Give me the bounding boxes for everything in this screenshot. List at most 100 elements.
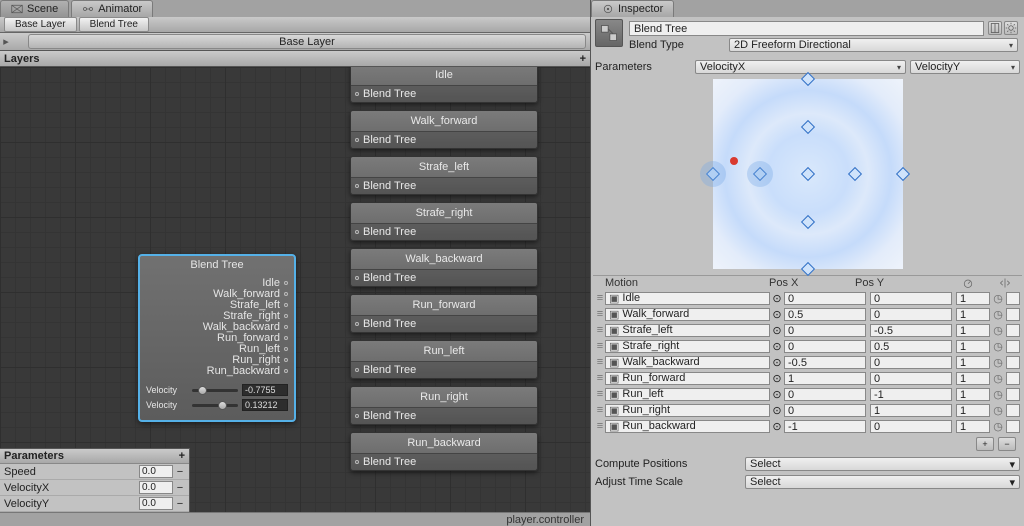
pos-y-field[interactable]: 0.5 [870, 340, 952, 353]
pos-y-field[interactable]: 0 [870, 372, 952, 385]
blend-type-dropdown[interactable]: 2D Freeform Directional ▾ [729, 38, 1018, 52]
tab-inspector[interactable]: Inspector [591, 0, 674, 17]
speed-field[interactable]: 1 [956, 356, 990, 369]
motion-name-field[interactable]: ▣Strafe_left [605, 324, 770, 337]
blend-tree-slider[interactable]: Velocity-0.7755 [146, 384, 288, 396]
mirror-checkbox[interactable] [1006, 340, 1020, 353]
add-motion-button[interactable]: + [976, 437, 994, 451]
blend-tree-node[interactable]: Blend Tree IdleWalk_forwardStrafe_leftSt… [138, 254, 296, 422]
pos-y-field[interactable]: -1 [870, 388, 952, 401]
blend-point[interactable] [800, 214, 814, 228]
speed-field[interactable]: 1 [956, 372, 990, 385]
speed-field[interactable]: 1 [956, 324, 990, 337]
pos-y-field[interactable]: -0.5 [870, 324, 952, 337]
add-layer-button[interactable]: + [580, 53, 586, 65]
speed-field[interactable]: 1 [956, 404, 990, 417]
remove-parameter-button[interactable]: − [173, 498, 187, 510]
inspector-name-field[interactable]: Blend Tree [629, 21, 984, 36]
mirror-checkbox[interactable] [1006, 308, 1020, 321]
pos-y-field[interactable]: 0 [870, 308, 952, 321]
pos-y-field[interactable]: 0 [870, 292, 952, 305]
adjust-time-scale-dropdown[interactable]: Select ▾ [745, 475, 1020, 489]
remove-motion-button[interactable]: − [998, 437, 1016, 451]
param-y-dropdown[interactable]: VelocityY ▾ [910, 60, 1020, 74]
timescale-icon[interactable]: ◷ [990, 420, 1006, 433]
motion-node[interactable]: Walk_forwardBlend Tree [350, 110, 538, 149]
motion-picker-button[interactable]: ⊙ [770, 292, 784, 305]
motion-picker-button[interactable]: ⊙ [770, 404, 784, 417]
motion-name-field[interactable]: ▣Run_left [605, 388, 770, 401]
blend-point[interactable] [800, 72, 814, 86]
blend-cursor[interactable] [730, 157, 738, 165]
speed-field[interactable]: 1 [956, 388, 990, 401]
mirror-checkbox[interactable] [1006, 292, 1020, 305]
timescale-icon[interactable]: ◷ [990, 372, 1006, 385]
breadcrumb-blend-tree[interactable]: Blend Tree [79, 17, 149, 32]
timescale-icon[interactable]: ◷ [990, 340, 1006, 353]
pos-x-field[interactable]: 1 [784, 372, 866, 385]
pos-y-field[interactable]: 1 [870, 404, 952, 417]
motion-name-field[interactable]: ▣Run_right [605, 404, 770, 417]
drag-handle-icon[interactable]: ≡ [595, 308, 605, 320]
motion-picker-button[interactable]: ⊙ [770, 340, 784, 353]
mirror-checkbox[interactable] [1006, 404, 1020, 417]
pos-x-field[interactable]: -0.5 [784, 356, 866, 369]
base-layer-button[interactable]: Base Layer [28, 34, 586, 49]
drag-handle-icon[interactable]: ≡ [595, 292, 605, 304]
motion-node[interactable]: Run_forwardBlend Tree [350, 294, 538, 333]
drag-handle-icon[interactable]: ≡ [595, 340, 605, 352]
pos-x-field[interactable]: 0 [784, 324, 866, 337]
pos-y-field[interactable]: 0 [870, 420, 952, 433]
tab-animator[interactable]: Animator [71, 0, 153, 17]
motion-name-field[interactable]: ▣Idle [605, 292, 770, 305]
pos-y-field[interactable]: 0 [870, 356, 952, 369]
drag-handle-icon[interactable]: ≡ [595, 356, 605, 368]
drag-handle-icon[interactable]: ≡ [595, 372, 605, 384]
motion-picker-button[interactable]: ⊙ [770, 372, 784, 385]
timescale-icon[interactable]: ◷ [990, 356, 1006, 369]
parameter-value-field[interactable]: 0.0 [139, 497, 173, 510]
remove-parameter-button[interactable]: − [173, 466, 187, 478]
motion-name-field[interactable]: ▣Strafe_right [605, 340, 770, 353]
motion-name-field[interactable]: ▣Walk_backward [605, 356, 770, 369]
speed-field[interactable]: 1 [956, 308, 990, 321]
pos-x-field[interactable]: 0 [784, 404, 866, 417]
motion-node[interactable]: Strafe_leftBlend Tree [350, 156, 538, 195]
add-parameter-button[interactable]: + [179, 450, 185, 462]
drag-handle-icon[interactable]: ≡ [595, 420, 605, 432]
mirror-checkbox[interactable] [1006, 420, 1020, 433]
motion-name-field[interactable]: ▣Run_forward [605, 372, 770, 385]
speed-field[interactable]: 1 [956, 340, 990, 353]
tab-scene[interactable]: Scene [0, 0, 69, 17]
motion-name-field[interactable]: ▣Run_backward [605, 420, 770, 433]
mirror-checkbox[interactable] [1006, 388, 1020, 401]
mirror-checkbox[interactable] [1006, 372, 1020, 385]
drag-handle-icon[interactable]: ≡ [595, 388, 605, 400]
breadcrumb-base-layer[interactable]: Base Layer [4, 17, 77, 32]
blend-point[interactable] [848, 167, 862, 181]
help-button[interactable] [988, 21, 1002, 35]
blend-point[interactable] [800, 119, 814, 133]
speed-field[interactable]: 1 [956, 420, 990, 433]
pos-x-field[interactable]: 0.5 [784, 308, 866, 321]
parameter-row[interactable]: Speed0.0− [0, 464, 189, 480]
motion-name-field[interactable]: ▣Walk_forward [605, 308, 770, 321]
timescale-icon[interactable]: ◷ [990, 388, 1006, 401]
blend-point[interactable] [800, 167, 814, 181]
mirror-checkbox[interactable] [1006, 324, 1020, 337]
timescale-icon[interactable]: ◷ [990, 404, 1006, 417]
pos-x-field[interactable]: 0 [784, 340, 866, 353]
timescale-icon[interactable]: ◷ [990, 324, 1006, 337]
parameter-row[interactable]: VelocityY0.0− [0, 496, 189, 512]
blend-tree-slider[interactable]: Velocity0.13212 [146, 399, 288, 411]
motion-node[interactable]: Run_backwardBlend Tree [350, 432, 538, 471]
mirror-checkbox[interactable] [1006, 356, 1020, 369]
motion-picker-button[interactable]: ⊙ [770, 308, 784, 321]
drag-handle-icon[interactable]: ≡ [595, 404, 605, 416]
motion-node[interactable]: Run_leftBlend Tree [350, 340, 538, 379]
blend-point[interactable] [800, 262, 814, 276]
compute-positions-dropdown[interactable]: Select ▾ [745, 457, 1020, 471]
blend-space-graph[interactable] [713, 79, 903, 269]
parameter-value-field[interactable]: 0.0 [139, 481, 173, 494]
motion-picker-button[interactable]: ⊙ [770, 324, 784, 337]
